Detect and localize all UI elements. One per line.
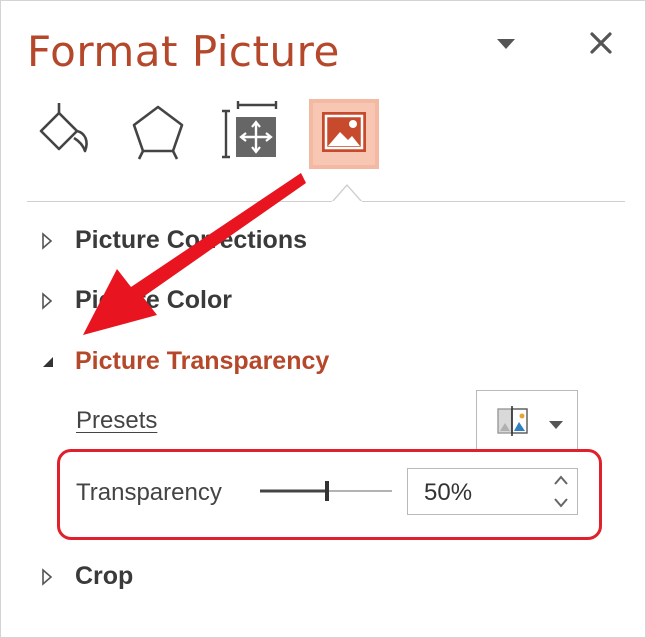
expand-triangle-icon [41,231,57,251]
size-properties-icon [220,100,282,168]
chevron-down-icon [548,417,564,435]
expand-triangle-icon [41,567,57,587]
pane-title: Format Picture [27,27,340,76]
picture-icon [318,106,370,163]
presets-label: Presets [76,407,158,434]
collapse-triangle-icon [41,352,57,372]
paint-bucket-icon [33,101,95,168]
pentagon-icon [127,101,189,168]
section-picture-transparency[interactable]: Picture Transparency [41,347,329,376]
tab-size-properties[interactable] [216,99,286,169]
section-label: Picture Color [75,286,232,314]
section-crop[interactable]: Crop [41,562,133,591]
close-icon[interactable] [589,31,613,55]
expand-triangle-icon [41,291,57,311]
annotation-highlight-box [57,449,602,540]
section-picture-corrections[interactable]: Picture Corrections [41,226,307,255]
active-tab-pointer [331,182,363,209]
tab-divider [27,201,625,202]
section-label: Crop [75,562,134,590]
chevron-down-icon[interactable] [495,37,517,51]
presets-dropdown-button[interactable] [476,390,578,450]
transparency-preset-icon [497,406,529,441]
section-label: Picture Corrections [75,226,308,254]
format-picture-pane: Format Picture Picture Corrections Pictu… [0,0,646,638]
annotation-arrow [83,173,306,335]
tab-effects[interactable] [123,99,193,169]
section-picture-color[interactable]: Picture Color [41,286,232,315]
section-label: Picture Transparency [75,347,330,375]
tab-picture[interactable] [309,99,379,169]
tab-fill-line[interactable] [29,99,99,169]
